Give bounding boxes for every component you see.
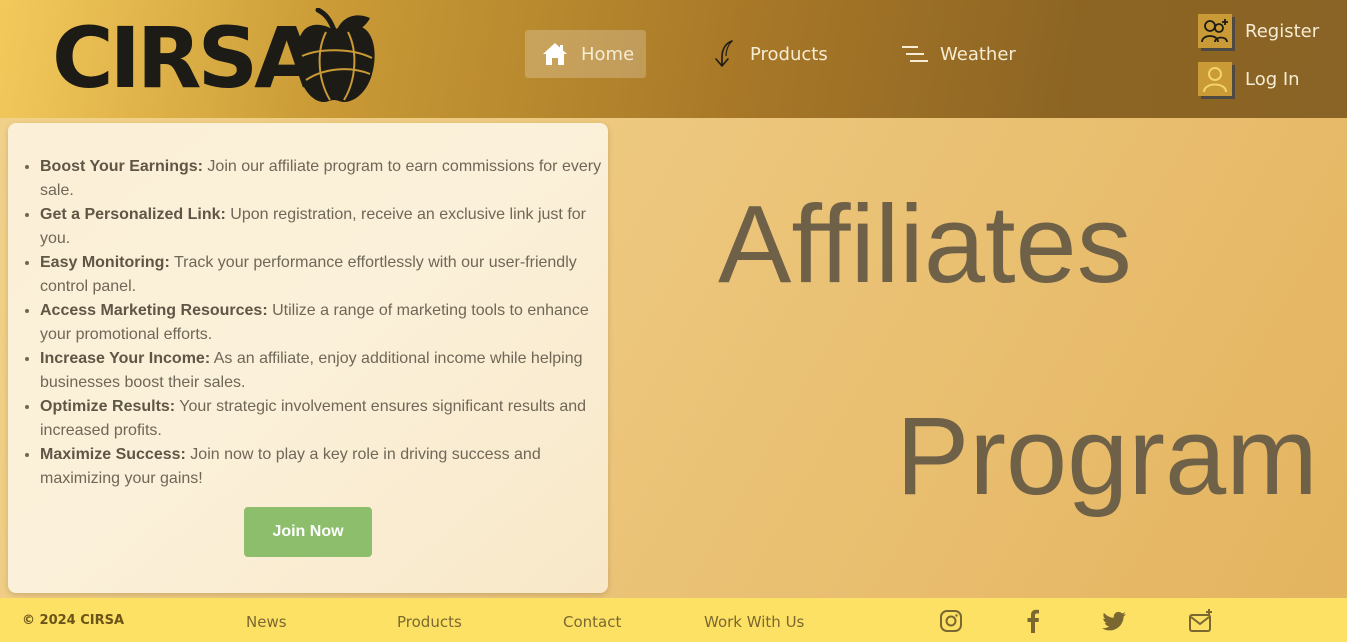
nav-home-label: Home <box>581 43 635 65</box>
nav-products[interactable]: Products <box>710 30 828 78</box>
benefit-item: Optimize Results: Your strategic involve… <box>40 395 605 443</box>
site-header: CIRSA Home Products Weather Register Log… <box>0 0 1347 118</box>
footer-link-contact[interactable]: Contact <box>563 613 621 631</box>
menu-lines-icon <box>900 40 928 68</box>
benefit-item: Easy Monitoring: Track your performance … <box>40 251 605 299</box>
hero-word-program: Program <box>896 395 1318 518</box>
benefit-item: Increase Your Income: As an affiliate, e… <box>40 347 605 395</box>
benefits-list: Boost Your Earnings: Join our affiliate … <box>40 155 605 491</box>
login-link[interactable]: Log In <box>1198 61 1300 97</box>
users-add-icon <box>1198 14 1232 48</box>
twitter-icon[interactable] <box>1102 608 1128 634</box>
hero-word-affiliates: Affiliates <box>718 183 1132 306</box>
benefit-item: Get a Personalized Link: Upon registrati… <box>40 203 605 251</box>
nav-weather-label: Weather <box>940 43 1016 65</box>
benefit-item: Access Marketing Resources: Utilize a ra… <box>40 299 605 347</box>
footer-link-news[interactable]: News <box>246 613 287 631</box>
nav-home[interactable]: Home <box>525 30 646 78</box>
register-label: Register <box>1245 20 1320 42</box>
copyright-text: © 2024 CIRSA <box>22 613 125 628</box>
apple-logo-icon <box>296 8 375 102</box>
instagram-icon[interactable] <box>938 608 964 634</box>
footer-link-products[interactable]: Products <box>397 613 462 631</box>
benefit-item: Maximize Success: Join now to play a key… <box>40 443 605 491</box>
benefit-item: Boost Your Earnings: Join our affiliate … <box>40 155 605 203</box>
home-icon <box>541 40 569 68</box>
facebook-icon[interactable] <box>1020 608 1046 634</box>
arrow-icon <box>710 40 738 68</box>
mail-icon[interactable] <box>1188 608 1214 634</box>
benefits-card: Boost Your Earnings: Join our affiliate … <box>8 123 608 593</box>
register-link[interactable]: Register <box>1198 13 1319 49</box>
footer-link-work-with-us[interactable]: Work With Us <box>704 613 804 631</box>
nav-products-label: Products <box>750 43 828 65</box>
join-now-button[interactable]: Join Now <box>244 507 372 557</box>
user-icon <box>1198 62 1232 96</box>
logo-text: CIRSA <box>52 9 319 107</box>
login-label: Log In <box>1245 68 1300 90</box>
main-content: Boost Your Earnings: Join our affiliate … <box>0 118 1347 598</box>
site-footer: © 2024 CIRSA News Products Contact Work … <box>0 598 1347 642</box>
cirsa-logo[interactable]: CIRSA <box>52 8 382 108</box>
nav-weather[interactable]: Weather <box>900 30 1016 78</box>
